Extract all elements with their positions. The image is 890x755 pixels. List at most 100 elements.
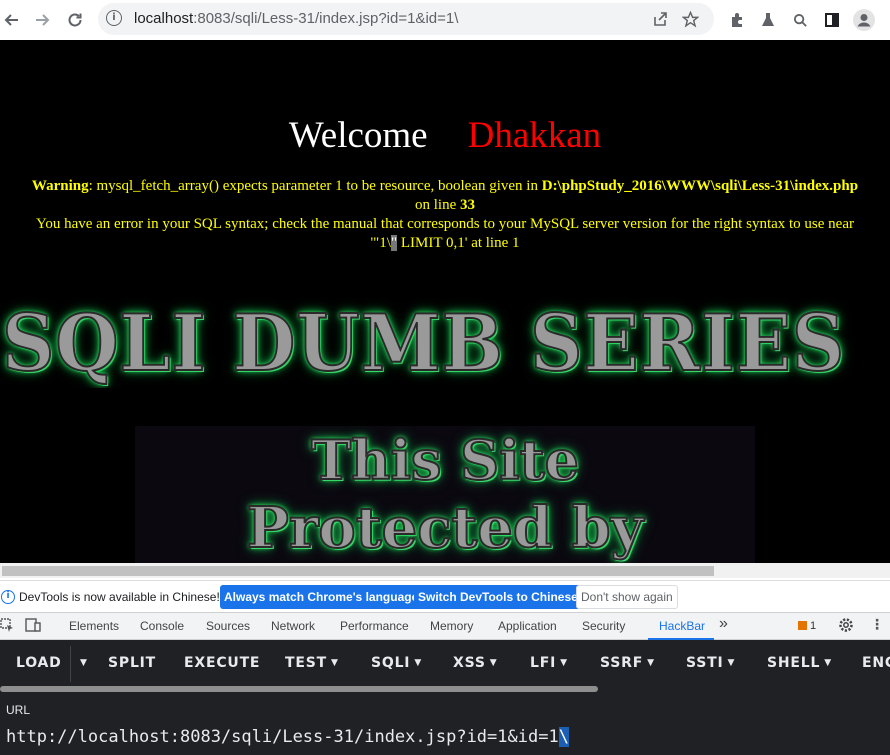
caret-down-icon: ▼	[824, 658, 832, 668]
site-info-icon[interactable]: i	[106, 10, 122, 26]
sql-error-text: You have an error in your SQL syntax; ch…	[35, 216, 854, 232]
sql-near-start: '"1\	[370, 235, 391, 251]
lab-flask-icon[interactable]	[756, 8, 780, 32]
load-button[interactable]: LOAD	[16, 655, 62, 671]
warning-text: : mysql_fetch_array() expects parameter …	[88, 178, 542, 194]
url-text: http://localhost:8083/sqli/Less-31/index…	[6, 727, 559, 747]
tab-network[interactable]: Network	[271, 619, 315, 633]
issues-badge[interactable]: 1	[798, 620, 816, 632]
tab-performance[interactable]: Performance	[340, 619, 409, 633]
caret-down-icon: ▼	[80, 658, 88, 668]
back-arrow-icon[interactable]	[0, 8, 24, 32]
more-tabs-chevron-icon[interactable]: »	[719, 615, 728, 633]
extensions-puzzle-icon[interactable]	[726, 8, 750, 32]
scrollbar-thumb[interactable]	[2, 566, 714, 576]
address-bar[interactable]: i localhost:8083/sqli/Less-31/index.jsp?…	[98, 3, 714, 35]
welcome-name: Dhakkan	[467, 115, 602, 156]
warning-line: 33	[460, 197, 475, 213]
issues-count: 1	[810, 620, 817, 632]
caret-down-icon: ▼	[330, 658, 339, 668]
load-divider	[70, 646, 71, 682]
search-icon[interactable]	[788, 8, 812, 32]
browser-toolbar: i localhost:8083/sqli/Less-31/index.jsp?…	[0, 0, 890, 40]
url-textarea[interactable]: http://localhost:8083/sqli/Less-31/index…	[6, 727, 569, 747]
caret-down-icon: ▼	[647, 658, 655, 668]
caret-down-icon: ▼	[414, 658, 423, 668]
devtools-infobar: i DevTools is now available in Chinese! …	[0, 580, 890, 612]
test-menu-button[interactable]: TEST ▼	[285, 655, 339, 671]
hackbar-scrollbar[interactable]	[0, 686, 598, 692]
forward-arrow-icon[interactable]	[30, 8, 54, 32]
load-label: LOAD	[16, 655, 62, 671]
sqli-label: SQLI	[371, 655, 411, 671]
dont-show-again-button[interactable]: Don't show again	[576, 585, 678, 609]
side-panel-icon[interactable]	[820, 8, 844, 32]
sql-near-end: LIMIT 0,1' at line 1	[397, 235, 520, 251]
inspect-element-icon[interactable]	[0, 618, 14, 635]
page-horizontal-scrollbar[interactable]	[0, 563, 890, 578]
sqli-banner-image: SQLI DUMB SERIES	[0, 298, 890, 388]
share-icon[interactable]	[648, 7, 672, 31]
profile-icon[interactable]	[852, 8, 876, 32]
hackbar-url-panel: URL http://localhost:8083/sqli/Less-31/i…	[0, 694, 890, 755]
php-messages: Warning: mysql_fetch_array() expects par…	[0, 177, 890, 253]
devtools-tabbar: Elements Console Sources Network Perform…	[0, 612, 890, 640]
tab-security[interactable]: Security	[582, 619, 625, 633]
match-language-button[interactable]: Always match Chrome's language	[220, 585, 423, 609]
welcome-heading: Welcome Dhakkan	[0, 114, 890, 157]
device-toolbar-icon[interactable]	[25, 618, 41, 635]
gear-icon[interactable]	[838, 617, 854, 636]
test-label: TEST	[285, 655, 327, 671]
infobar-message: DevTools is now available in Chinese!	[19, 590, 220, 604]
php-warning: Warning: mysql_fetch_array() expects par…	[0, 177, 890, 215]
url-host: localhost	[134, 10, 194, 27]
execute-button[interactable]: EXECUTE	[184, 655, 260, 671]
load-dropdown-button[interactable]: ▼	[76, 655, 88, 671]
info-icon: i	[1, 590, 15, 604]
protect-text-2: Protected by	[246, 494, 644, 562]
welcome-text: Welcome	[288, 115, 428, 156]
shell-menu-button[interactable]: SHELL ▼	[767, 655, 832, 671]
tab-application[interactable]: Application	[498, 619, 557, 633]
sqli-menu-button[interactable]: SQLI ▼	[371, 655, 422, 671]
more-options-icon[interactable]: ⋮	[870, 616, 884, 633]
switch-to-chinese-button[interactable]: Switch DevTools to Chinese	[414, 585, 582, 609]
page-viewport: Welcome Dhakkan Warning: mysql_fetch_arra…	[0, 40, 890, 563]
caret-down-icon: ▼	[560, 658, 568, 668]
bookmark-star-icon[interactable]	[678, 7, 702, 31]
tab-sources[interactable]: Sources	[206, 619, 250, 633]
protect-text-1: This Site	[310, 427, 580, 493]
encoding-menu-button[interactable]: ENC	[862, 655, 890, 671]
tab-hackbar[interactable]: HackBar	[659, 619, 705, 633]
sqli-banner-text: SQLI DUMB SERIES	[1, 298, 846, 388]
sql-error: You have an error in your SQL syntax; ch…	[0, 215, 890, 253]
tab-memory[interactable]: Memory	[430, 619, 473, 633]
lfi-label: LFI	[530, 655, 557, 671]
lfi-menu-button[interactable]: LFI ▼	[530, 655, 568, 671]
ssrf-label: SSRF	[600, 655, 644, 671]
split-label: SPLIT	[108, 655, 157, 671]
reload-icon[interactable]	[63, 8, 87, 32]
tab-console[interactable]: Console	[140, 619, 184, 633]
warning-label: Warning	[31, 178, 89, 194]
shell-label: SHELL	[767, 655, 821, 671]
protect-line-2: Protected by	[0, 494, 890, 562]
url-label: URL	[6, 703, 31, 717]
execute-label: EXECUTE	[184, 655, 261, 671]
ssti-menu-button[interactable]: SSTI ▼	[686, 655, 735, 671]
ssrf-menu-button[interactable]: SSRF ▼	[600, 655, 655, 671]
warning-flag-icon	[798, 621, 807, 630]
warning-path: D:\phpStudy_2016\WWW\sqli\Less-31\index.…	[541, 178, 859, 194]
xss-menu-button[interactable]: XSS ▼	[453, 655, 497, 671]
url-selection: \	[558, 727, 569, 747]
ssti-label: SSTI	[686, 655, 724, 671]
url-path: :8083/sqli/Less-31/index.jsp?id=1&id=1\	[193, 10, 459, 27]
xss-label: XSS	[453, 655, 486, 671]
protect-line-1: This Site	[0, 427, 890, 493]
warning-online: on line	[415, 197, 460, 213]
caret-down-icon: ▼	[489, 658, 498, 668]
encoding-label: ENC	[862, 655, 890, 671]
split-button[interactable]: SPLIT	[108, 655, 156, 671]
address-url[interactable]: localhost:8083/sqli/Less-31/index.jsp?id…	[134, 10, 458, 27]
tab-elements[interactable]: Elements	[69, 619, 119, 633]
